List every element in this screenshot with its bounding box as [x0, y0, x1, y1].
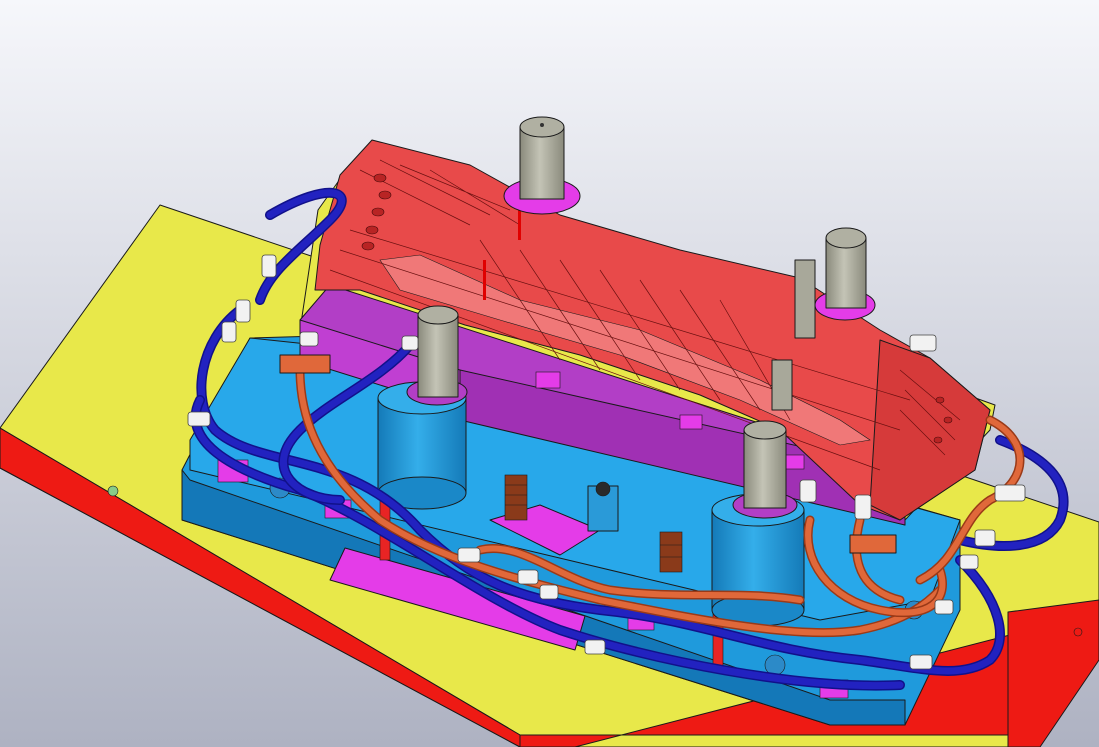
cad-viewport[interactable]	[0, 0, 1099, 747]
stamping-die-3d-model[interactable]	[0, 0, 1099, 747]
cylinder-icon	[540, 123, 544, 127]
